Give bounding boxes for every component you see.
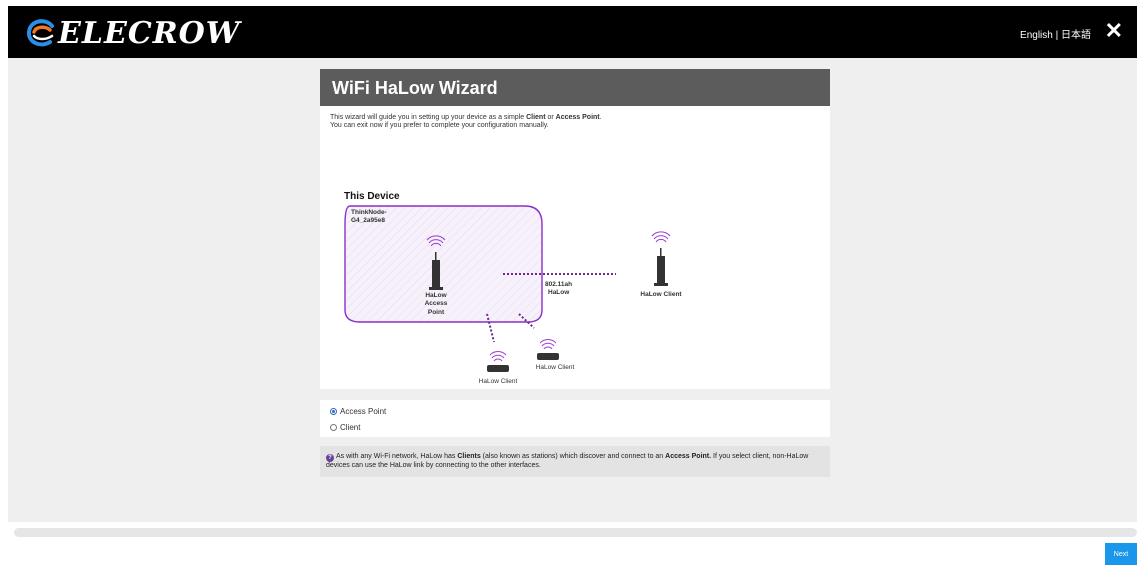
wizard-title: WiFi HaLow Wizard (320, 69, 830, 106)
radio-client[interactable]: Client (330, 423, 360, 432)
radio-client-indicator[interactable] (330, 424, 337, 431)
network-diagram: This Device ThinkNode- G4_2a95e8 HaLow A… (344, 191, 682, 385)
radio-access-point-indicator[interactable] (330, 408, 337, 415)
this-device-label: This Device (344, 191, 400, 202)
link-label-1: 802.11ah (545, 281, 572, 288)
main-area: WiFi HaLow Wizard This wizard will guide… (8, 58, 1137, 522)
radio-client-label: Client (340, 423, 361, 432)
logo-mark-icon (27, 19, 54, 47)
top-bar: ELECROW English | 日本語 ✕ (8, 6, 1137, 58)
device-name-line-2: G4_2a95e8 (351, 217, 385, 224)
link-label-2: HaLow (548, 289, 570, 296)
question-icon: ? (326, 454, 334, 462)
close-button[interactable]: ✕ (1105, 18, 1123, 44)
info-access-point: Access Point. (665, 453, 712, 460)
client-right-label: HaLow Client (640, 291, 682, 298)
client-mid-label: HaLow Client (536, 364, 575, 371)
next-button[interactable]: Next (1105, 543, 1137, 565)
mode-selector: Access Point Client (320, 400, 830, 437)
client-right-router-icon (651, 231, 671, 286)
client-mid-device-icon (537, 339, 559, 360)
ap-label-2: Access (425, 300, 448, 307)
info-clients: Clients (457, 453, 481, 460)
device-name-line-1: ThinkNode- (351, 209, 387, 216)
elecrow-logo[interactable]: ELECROW (26, 13, 240, 53)
intro-panel: This wizard will guide you in setting up… (320, 106, 830, 389)
radio-access-point-label: Access Point (340, 407, 387, 416)
ap-label-1: HaLow (425, 292, 447, 299)
radio-access-point[interactable]: Access Point (330, 407, 386, 416)
ap-label-3: Point (428, 309, 445, 316)
language-switcher[interactable]: English | 日本語 (1020, 26, 1091, 41)
logo-text: ELECROW (58, 15, 241, 51)
info-box: ? As with any Wi-Fi network, HaLow has Cl… (320, 446, 830, 477)
client-bottom-label: HaLow Client (479, 378, 518, 385)
progress-bar (14, 528, 1137, 537)
client-bottom-device-icon (487, 351, 509, 372)
